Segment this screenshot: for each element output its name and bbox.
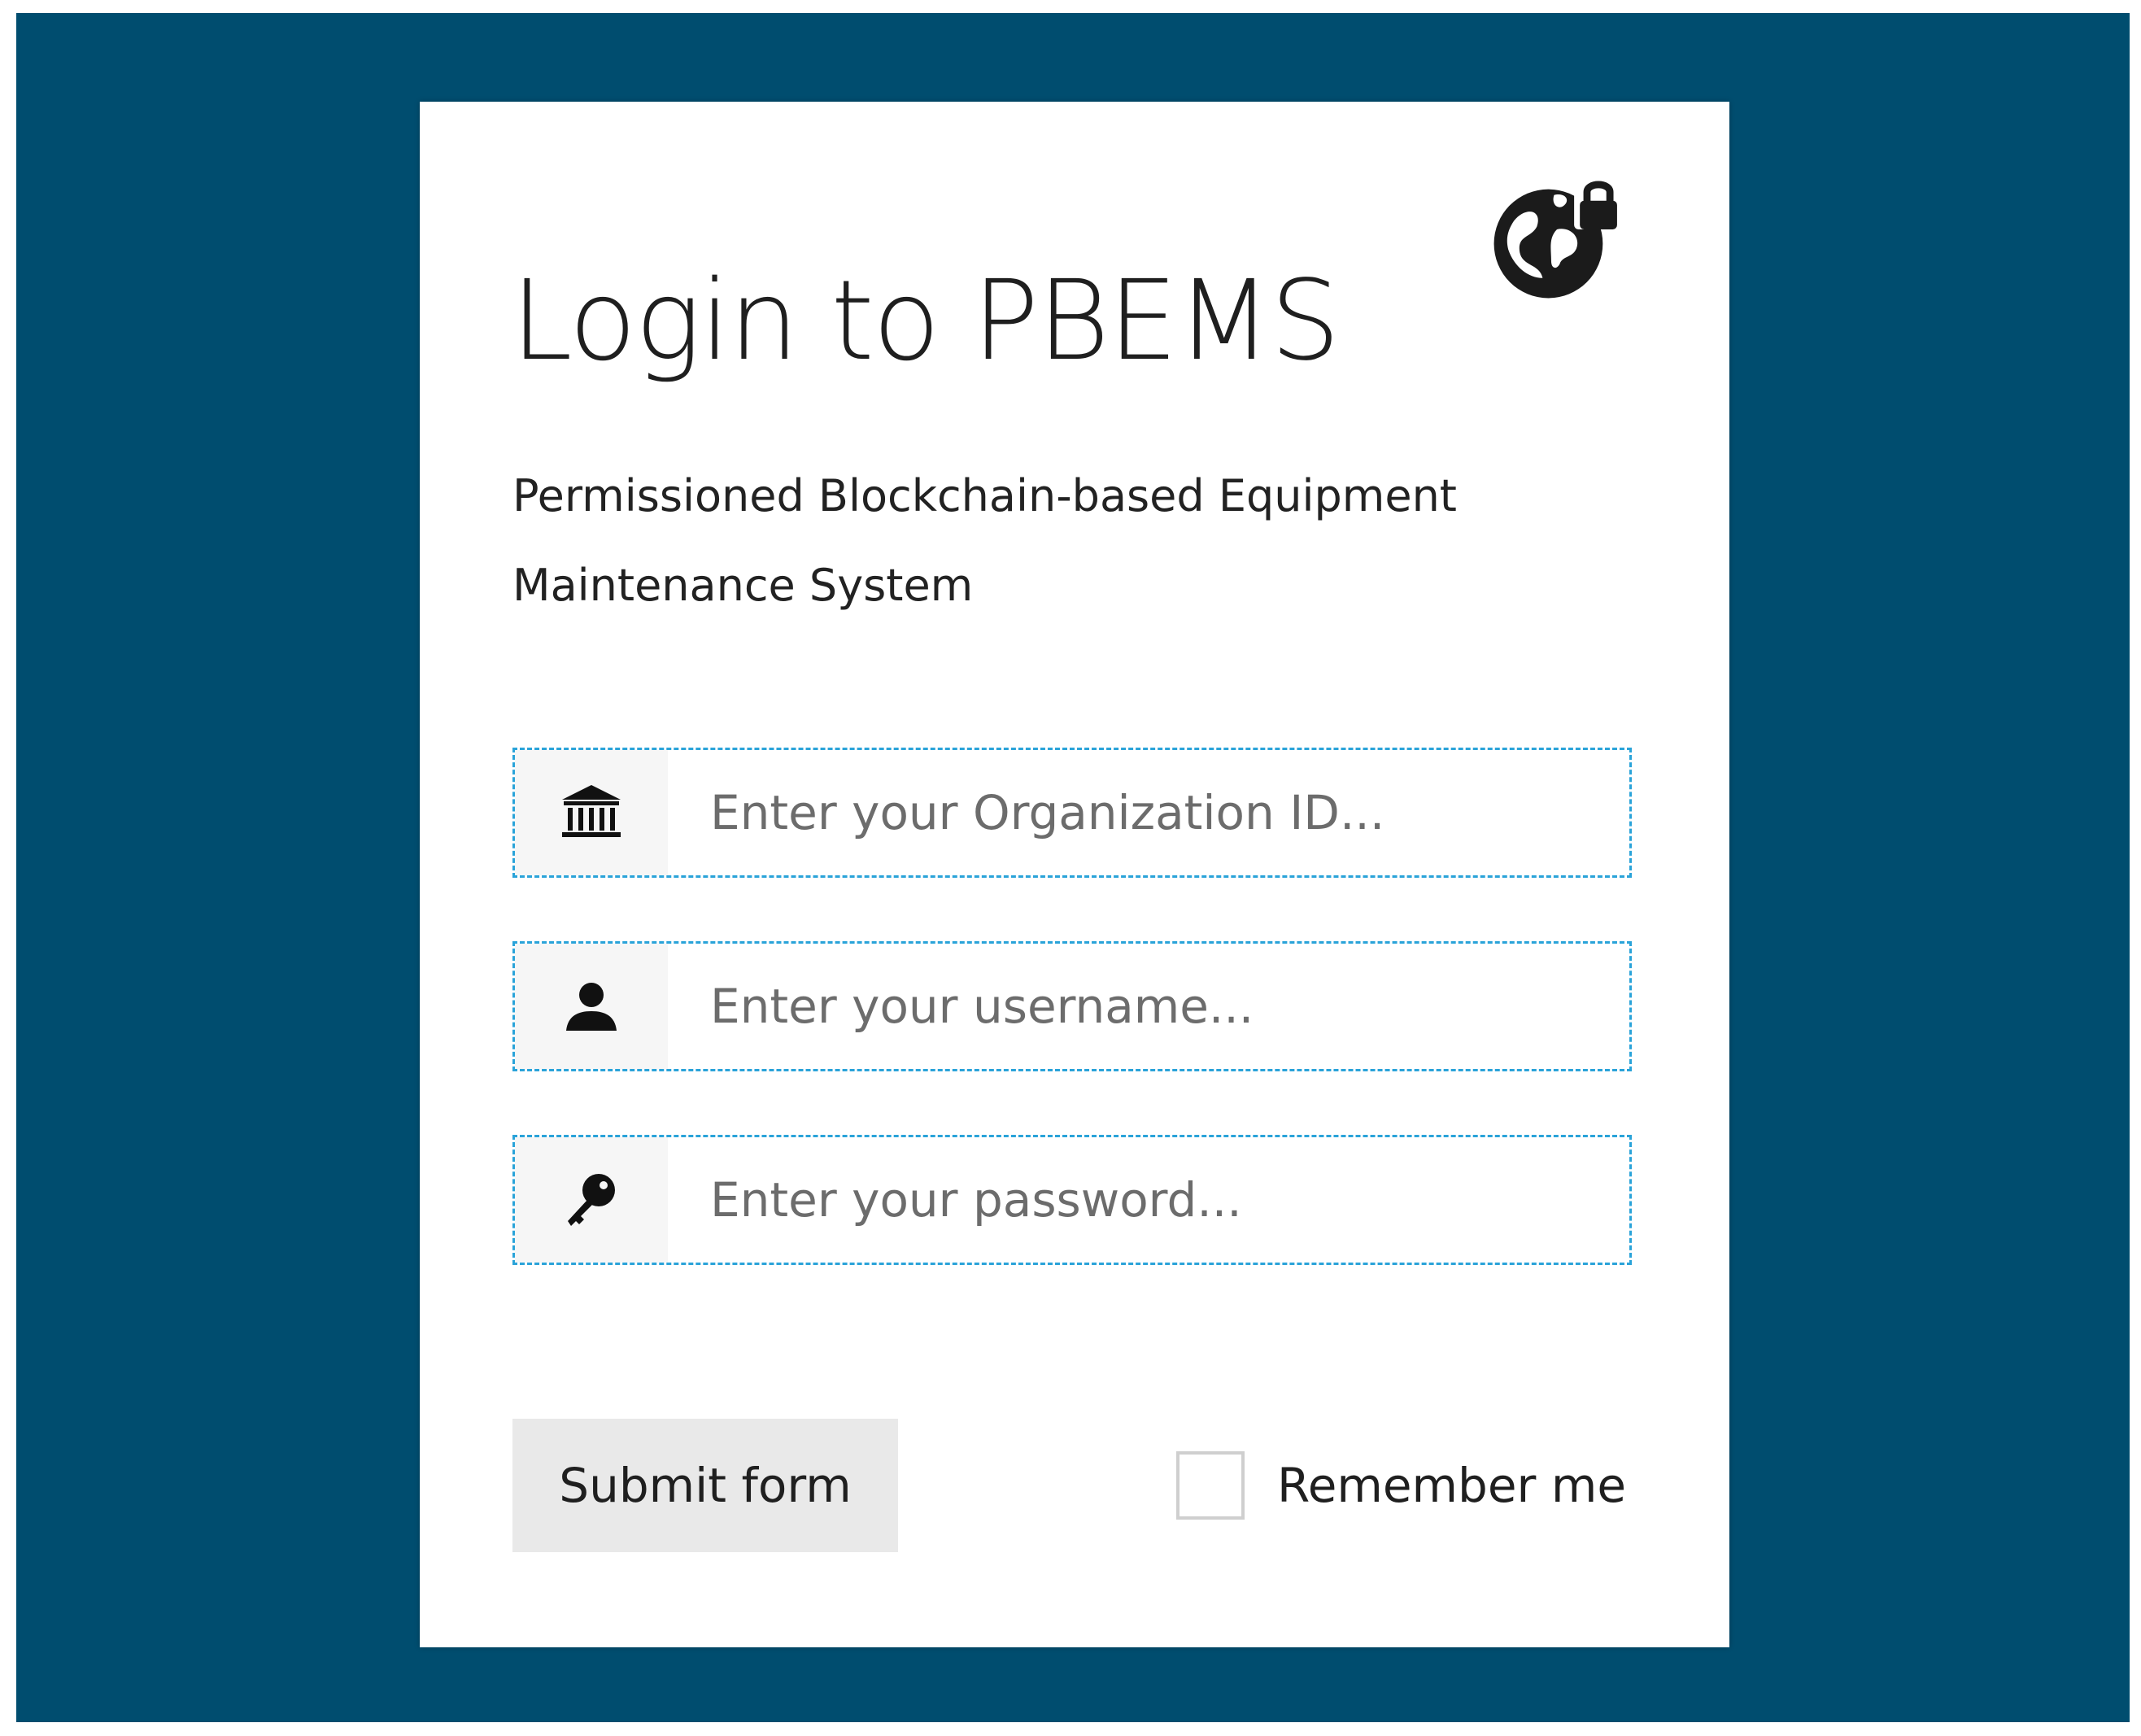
- organization-id-field: [512, 748, 1632, 878]
- username-field: [512, 941, 1632, 1071]
- password-icon-box: [515, 1137, 668, 1263]
- submit-button[interactable]: Submit form: [512, 1419, 898, 1552]
- page-subtitle: Permissioned Blockchain-based Equipment …: [512, 470, 1457, 611]
- remember-me[interactable]: Remember me: [1176, 1448, 1626, 1523]
- key-icon: [568, 1174, 615, 1226]
- organization-icon-box: [515, 750, 668, 875]
- username-input[interactable]: [669, 944, 1621, 1069]
- page-background: Login to PBEMS Permissioned Blockchain-b…: [16, 13, 2130, 1722]
- remember-me-checkbox[interactable]: [1176, 1451, 1245, 1520]
- password-input[interactable]: [669, 1137, 1621, 1263]
- globe-lock-icon: [1493, 181, 1623, 299]
- login-card: Login to PBEMS Permissioned Blockchain-b…: [420, 102, 1729, 1647]
- user-icon: [566, 983, 617, 1031]
- page-title: Login to PBEMS: [511, 257, 1341, 386]
- bank-icon: [562, 785, 621, 837]
- organization-id-input[interactable]: [669, 750, 1621, 875]
- remember-me-label[interactable]: Remember me: [1277, 1458, 1626, 1513]
- username-icon-box: [515, 944, 668, 1069]
- password-field: [512, 1135, 1632, 1265]
